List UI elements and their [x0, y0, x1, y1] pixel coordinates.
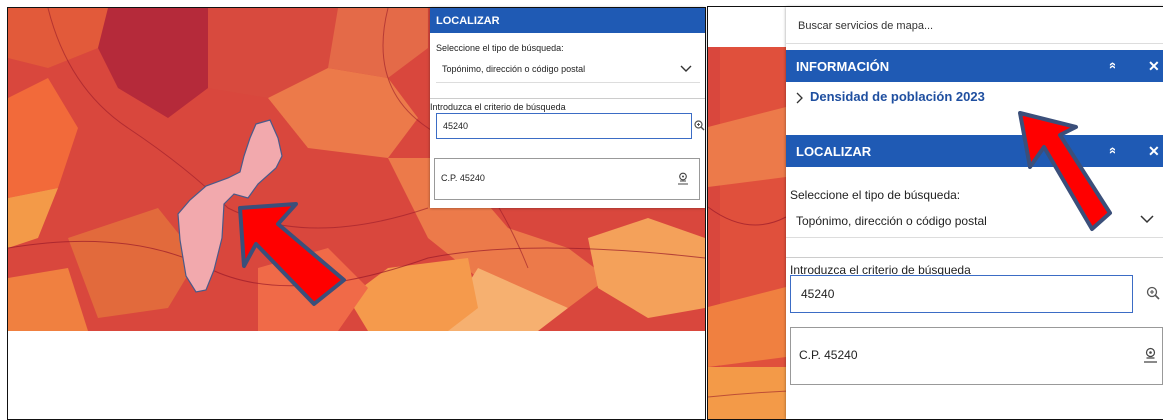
locate-panel-title: LOCALIZAR — [436, 14, 500, 27]
right-screenshot: Buscar servicios de mapa... INFORMACIÓN … — [707, 6, 1163, 420]
zoom-icon[interactable] — [694, 120, 705, 131]
search-type-value: Topónimo, dirección o código postal — [442, 64, 586, 74]
locate-pin-icon — [678, 172, 688, 185]
criteria-input[interactable]: 45240 — [436, 113, 692, 139]
left-screenshot: LOCALIZAR Seleccione el tipo de búsqueda… — [7, 7, 706, 420]
chevron-down-icon — [680, 65, 692, 72]
locate-panel: LOCALIZAR Seleccione el tipo de búsqueda… — [430, 8, 705, 208]
result-text: C.P. 45240 — [441, 173, 485, 183]
result-item[interactable]: C.P. 45240 — [434, 158, 700, 200]
locate-panel-header: LOCALIZAR — [430, 8, 705, 33]
criteria-label: Introduzca el criterio de búsqueda — [430, 98, 705, 112]
criteria-value: 45240 — [443, 121, 469, 131]
search-type-label: Seleccione el tipo de búsqueda: — [436, 43, 564, 53]
search-type-select[interactable]: Topónimo, dirección o código postal — [436, 57, 700, 83]
arrow-pointer-icon-right — [1018, 111, 1112, 231]
